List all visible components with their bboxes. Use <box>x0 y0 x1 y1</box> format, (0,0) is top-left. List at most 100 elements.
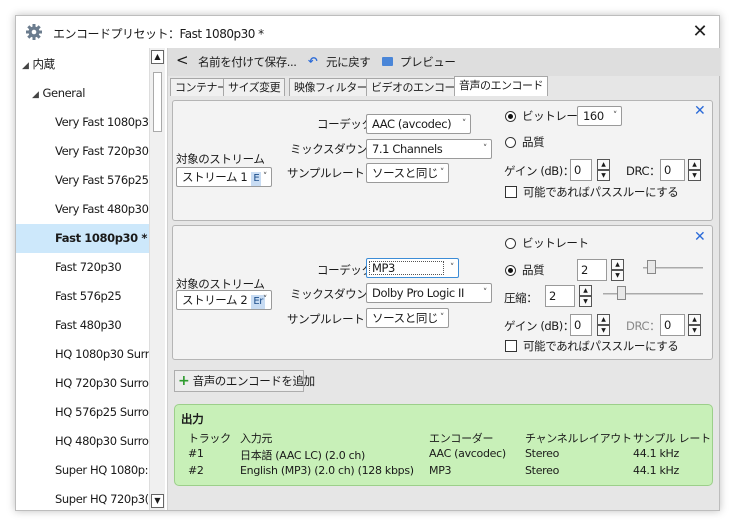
quality-label: 品質 <box>522 135 545 149</box>
preset-item[interactable]: HQ 576p25 Surro <box>16 398 150 427</box>
gain-spinner[interactable]: ▲ ▼ <box>597 159 610 181</box>
passthru-checkbox[interactable] <box>505 340 517 352</box>
col-header-encoder: エンコーダー <box>429 432 494 445</box>
focus-outline <box>369 261 444 275</box>
row2-source: English (MP3) (2.0 ch) (128 kbps) <box>240 464 414 477</box>
preset-item[interactable]: Super HQ 1080p: <box>16 456 150 485</box>
remove-track-icon[interactable]: ✕ <box>694 229 706 245</box>
quality-input[interactable]: 2 <box>577 259 607 281</box>
scroll-down-icon[interactable]: ▼ <box>151 494 164 508</box>
compression-label: 圧縮： <box>504 291 538 305</box>
col-header-channel-layout: チャンネルレイアウト <box>525 432 632 445</box>
stream-label: 対象のストリーム <box>176 152 265 166</box>
row2-sample-rate: 44.1 kHz <box>633 464 680 477</box>
gear-icon <box>26 24 42 40</box>
sidebar-scrollbar[interactable]: ▲ ▼ <box>149 48 165 510</box>
preview-icon[interactable] <box>382 57 393 66</box>
expand-triangle-icon[interactable]: ◢ <box>32 81 39 108</box>
preset-item[interactable]: Very Fast 576p25 <box>16 166 150 195</box>
samplerate-label: サンプルレート： <box>287 312 376 326</box>
compression-slider-thumb[interactable] <box>617 286 626 300</box>
preset-item[interactable]: Fast 1080p30 * <box>16 224 150 253</box>
gain-spinner[interactable]: ▲ ▼ <box>597 314 610 336</box>
preset-item[interactable]: Fast 576p25 <box>16 282 150 311</box>
drc-input[interactable]: 0 <box>660 159 685 181</box>
back-icon[interactable]: < <box>176 51 189 69</box>
close-icon[interactable]: ✕ <box>689 21 711 43</box>
samplerate-select[interactable]: ソースと同じ ˅ <box>366 163 449 183</box>
preset-item[interactable]: Very Fast 720p30 <box>16 137 150 166</box>
audio-track-panel-2: 対象のストリーム ストリーム 2 Er ˅ コーデック: MP3 ˅ ミックスダウン：… <box>172 225 713 360</box>
gain-input[interactable]: 0 <box>570 314 592 336</box>
col-header-sample-rate: サンプル レート <box>633 432 711 445</box>
gain-input[interactable]: 0 <box>570 159 592 181</box>
stream-select[interactable]: ストリーム 1 E ˅ <box>176 167 272 187</box>
codec-select[interactable]: MP3 ˅ <box>366 258 459 278</box>
preset-item[interactable]: Fast 720p30 <box>16 253 150 282</box>
add-audio-track-button[interactable]: + 音声のエンコードを追加 <box>174 370 315 392</box>
add-audio-track-label: 音声のエンコードを追加 <box>192 374 316 388</box>
tab-audio-encode[interactable]: 音声のエンコード <box>454 76 548 96</box>
compression-spinner[interactable]: ▲ ▼ <box>579 285 592 307</box>
passthru-checkbox[interactable] <box>505 186 517 198</box>
remove-track-icon[interactable]: ✕ <box>694 103 706 119</box>
undo-icon[interactable]: ↶ <box>308 54 318 68</box>
chevron-down-icon: ˅ <box>482 288 488 298</box>
preset-item[interactable]: HQ 480p30 Surro <box>16 427 150 456</box>
samplerate-select[interactable]: ソースと同じ ˅ <box>366 308 449 328</box>
row1-track: #1 <box>188 447 204 460</box>
gain-label: ゲイン (dB)： <box>504 164 574 178</box>
tab-resize[interactable]: サイズ変更 <box>223 78 286 96</box>
quality-slider-thumb[interactable] <box>647 260 656 274</box>
compression-input[interactable]: 2 <box>545 285 575 307</box>
plus-icon: + <box>178 373 190 389</box>
stream-select[interactable]: ストリーム 2 Er ˅ <box>176 290 272 310</box>
preset-item[interactable]: Very Fast 480p30 <box>16 195 150 224</box>
revert-button[interactable]: 元に戻す <box>326 54 371 70</box>
row2-encoder: MP3 <box>429 464 452 477</box>
chevron-down-icon: ˅ <box>262 295 268 305</box>
mixdown-value: 7.1 Channels <box>372 142 443 156</box>
bitrate-radio[interactable] <box>505 238 516 249</box>
drc-spinner[interactable]: ▲ ▼ <box>688 314 701 336</box>
chevron-down-icon: ˅ <box>439 168 445 178</box>
tab-video-filters[interactable]: 映像フィルター <box>289 78 373 96</box>
bitrate-label: ビットレート <box>522 236 589 250</box>
scrollbar-thumb[interactable] <box>153 72 162 132</box>
save-as-button[interactable]: 名前を付けて保存... <box>198 54 297 70</box>
chevron-down-icon: ˅ <box>612 111 618 121</box>
preset-item[interactable]: HQ 720p30 Surro <box>16 369 150 398</box>
mixdown-select[interactable]: Dolby Pro Logic II ˅ <box>366 283 492 303</box>
preview-button[interactable]: プレビュー <box>400 54 456 70</box>
quality-radio[interactable] <box>505 265 516 276</box>
tree-root-builtin[interactable]: ◢ 内蔵 <box>16 50 150 79</box>
mixdown-select[interactable]: 7.1 Channels ˅ <box>366 139 492 159</box>
passthru-label: 可能であればパススルーにする <box>523 339 679 353</box>
col-header-source: 入力元 <box>240 432 273 445</box>
tree-group-general[interactable]: ◢ General <box>16 79 150 108</box>
chevron-down-icon: ˅ <box>439 313 445 323</box>
preset-item[interactable]: Very Fast 1080p3( <box>16 108 150 137</box>
bitrate-radio[interactable] <box>505 111 516 122</box>
preset-item[interactable]: Super HQ 720p3( <box>16 485 150 510</box>
scroll-up-icon[interactable]: ▲ <box>151 50 164 64</box>
drc-input[interactable]: 0 <box>660 314 685 336</box>
drc-spinner[interactable]: ▲ ▼ <box>688 159 701 181</box>
preset-item[interactable]: HQ 1080p30 Surr <box>16 340 150 369</box>
row1-source: 日本語 (AAC LC) (2.0 ch) <box>240 449 366 462</box>
quality-radio[interactable] <box>505 137 516 148</box>
chevron-down-icon: ˅ <box>461 119 467 129</box>
codec-select[interactable]: AAC (avcodec) ˅ <box>366 114 471 134</box>
window-title: エンコードプリセット：Fast 1080p30 * <box>53 27 264 41</box>
samplerate-value: ソースと同じ <box>372 311 439 325</box>
row2-track: #2 <box>188 464 204 477</box>
bitrate-select[interactable]: 160 ˅ <box>577 106 622 126</box>
mixdown-value: Dolby Pro Logic II <box>372 286 465 300</box>
expand-triangle-icon[interactable]: ◢ <box>22 52 29 79</box>
preset-tree: ◢ 内蔵 ◢ General Very Fast 1080p3(Very Fast … <box>16 48 164 510</box>
quality-spinner[interactable]: ▲ ▼ <box>611 259 624 281</box>
preset-item[interactable]: Fast 480p30 <box>16 311 150 340</box>
samplerate-value: ソースと同じ <box>372 166 439 180</box>
col-header-track: トラック <box>188 432 231 445</box>
gain-label: ゲイン (dB)： <box>504 319 574 333</box>
